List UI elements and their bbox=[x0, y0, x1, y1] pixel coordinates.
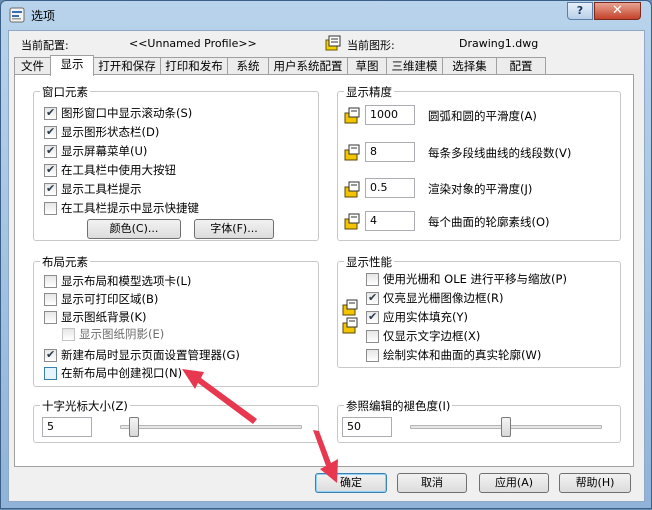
checkbox-label: 新建布局时显示页面设置管理器(G) bbox=[61, 348, 240, 362]
checkbox-box[interactable] bbox=[44, 106, 57, 120]
drawing-saved-icon bbox=[344, 181, 360, 198]
tab-drafting[interactable]: 草图 bbox=[347, 57, 387, 75]
title-bar[interactable]: 选项 ? ✕ bbox=[1, 1, 651, 29]
ok-button[interactable]: 确定 bbox=[315, 473, 387, 493]
display-resolution-group: 显示精度 1000 圆弧和圆的平滑度(A) 8 每条多段线曲线的线段数(V) 0… bbox=[337, 84, 621, 241]
checkbox-label: 显示图纸阴影(E) bbox=[79, 327, 165, 341]
crosshair-slider-track[interactable] bbox=[120, 425, 302, 429]
layout-elements-group: 布局元素 显示布局和模型选项卡(L) 显示可打印区域(B) 显示图纸背景(K) … bbox=[33, 254, 319, 387]
current-drawing-value: Drawing1.dwg bbox=[459, 37, 539, 50]
checkbox-box[interactable] bbox=[44, 293, 57, 306]
polyline-segments-input[interactable]: 8 bbox=[365, 142, 415, 162]
checkbox-box[interactable] bbox=[44, 348, 57, 362]
help-title-button[interactable]: ? bbox=[567, 2, 593, 20]
close-button[interactable]: ✕ bbox=[594, 2, 641, 20]
checkbox-box[interactable] bbox=[366, 273, 379, 286]
checkbox-label: 显示图形状态栏(D) bbox=[61, 125, 160, 139]
options-dialog: 选项 ? ✕ 当前配置: <<Unnamed Profile>> 当前图形: D… bbox=[0, 0, 652, 509]
drawing-saved-icon bbox=[344, 213, 360, 230]
layout-elements-title: 布局元素 bbox=[40, 254, 90, 270]
tab-plot-publish[interactable]: 打印和发布 bbox=[160, 57, 228, 75]
current-profile-value: <<Unnamed Profile>> bbox=[129, 37, 257, 50]
xref-fade-input[interactable]: 50 bbox=[342, 417, 392, 437]
window-title: 选项 bbox=[31, 9, 56, 23]
checkbox-label: 显示布局和模型选项卡(L) bbox=[61, 274, 192, 288]
cancel-button[interactable]: 取消 bbox=[397, 473, 467, 493]
rendered-smoothness-label: 渲染对象的平滑度(J) bbox=[428, 182, 533, 196]
help-button[interactable]: 帮助(H) bbox=[559, 473, 631, 493]
checkbox-box[interactable] bbox=[44, 311, 57, 324]
checkbox-label: 仅亮显光栅图像边框(R) bbox=[383, 291, 504, 305]
checkbox-label: 显示可打印区域(B) bbox=[61, 292, 159, 306]
checkbox-label: 显示屏幕菜单(U) bbox=[61, 144, 148, 158]
checkbox-box[interactable] bbox=[366, 291, 379, 305]
checkbox-box[interactable] bbox=[44, 202, 57, 215]
current-drawing-label: 当前图形: bbox=[347, 39, 395, 52]
app-icon bbox=[9, 7, 25, 23]
checkbox-label: 使用光栅和 OLE 进行平移与缩放(P) bbox=[383, 272, 567, 286]
checkbox-box[interactable] bbox=[366, 310, 379, 324]
tab-files[interactable]: 文件 bbox=[14, 57, 51, 75]
display-performance-title: 显示性能 bbox=[344, 254, 394, 270]
checkbox-box[interactable] bbox=[44, 182, 57, 196]
checkbox-box[interactable] bbox=[44, 367, 57, 380]
tab-system[interactable]: 系统 bbox=[227, 57, 269, 75]
checkbox-label: 显示图纸背景(K) bbox=[61, 310, 147, 324]
arc-smoothness-input[interactable]: 1000 bbox=[365, 105, 415, 125]
checkbox-label: 在工具栏提示中显示快捷键 bbox=[61, 201, 199, 215]
window-elements-title: 窗口元素 bbox=[40, 84, 90, 100]
checkbox-label: 应用实体填充(Y) bbox=[383, 310, 468, 324]
crosshair-size-input[interactable]: 5 bbox=[42, 417, 92, 437]
contour-lines-input[interactable]: 4 bbox=[365, 211, 415, 231]
checkbox-label: 仅显示文字边框(X) bbox=[383, 329, 481, 343]
checkbox-box[interactable] bbox=[44, 163, 57, 177]
tab-user-preferences[interactable]: 用户系统配置 bbox=[268, 57, 348, 75]
tab-display[interactable]: 显示 bbox=[50, 55, 94, 76]
drawing-saved-icon bbox=[344, 107, 360, 124]
tab-profiles[interactable]: 配置 bbox=[496, 57, 546, 75]
drawing-saved-icon bbox=[344, 144, 360, 161]
checkbox-box[interactable] bbox=[62, 328, 75, 341]
apply-button[interactable]: 应用(A) bbox=[479, 473, 549, 493]
checkbox-box[interactable] bbox=[366, 330, 379, 343]
display-tab-panel: 窗口元素 图形窗口中显示滚动条(S) 显示图形状态栏(D) 显示屏幕菜单(U) … bbox=[14, 74, 634, 467]
contour-lines-label: 每个曲面的轮廓素线(O) bbox=[428, 215, 550, 229]
arc-smoothness-label: 圆弧和圆的平滑度(A) bbox=[428, 109, 537, 123]
tab-3d-modeling[interactable]: 三维建模 bbox=[386, 57, 443, 75]
display-resolution-title: 显示精度 bbox=[344, 84, 394, 100]
checkbox-box[interactable] bbox=[44, 125, 57, 139]
drawing-saved-icon bbox=[342, 317, 358, 334]
crosshair-size-title: 十字光标大小(Z) bbox=[40, 398, 130, 414]
checkbox-box[interactable] bbox=[366, 349, 379, 362]
checkbox-label: 在工具栏中使用大按钮 bbox=[61, 163, 176, 177]
drawing-saved-icon bbox=[342, 299, 358, 316]
font-button[interactable]: 字体(F)... bbox=[194, 219, 274, 239]
polyline-segments-label: 每条多段线曲线的线段数(V) bbox=[428, 146, 572, 160]
rendered-smoothness-input[interactable]: 0.5 bbox=[365, 178, 415, 198]
checkbox-label: 显示工具栏提示 bbox=[61, 182, 142, 196]
checkbox-label: 绘制实体和曲面的真实轮廓(W) bbox=[383, 348, 542, 362]
checkbox-label: 图形窗口中显示滚动条(S) bbox=[61, 106, 193, 120]
tab-open-save[interactable]: 打开和保存 bbox=[93, 57, 161, 75]
xref-fade-title: 参照编辑的褪色度(I) bbox=[344, 398, 453, 414]
crosshair-size-group: 十字光标大小(Z) 5 bbox=[33, 398, 319, 443]
checkbox-label: 在新布局中创建视口(N) bbox=[61, 366, 183, 380]
checkbox-box[interactable] bbox=[44, 275, 57, 288]
color-button[interactable]: 颜色(C)... bbox=[87, 219, 181, 239]
current-profile-label: 当前配置: bbox=[21, 39, 69, 52]
display-performance-group: 显示性能 使用光栅和 OLE 进行平移与缩放(P) 仅亮显光栅图像边框(R) 应… bbox=[337, 254, 621, 368]
xref-fade-group: 参照编辑的褪色度(I) 50 bbox=[337, 398, 621, 443]
crosshair-slider-thumb[interactable] bbox=[128, 417, 139, 437]
tab-selection[interactable]: 选择集 bbox=[442, 57, 497, 75]
checkbox-box[interactable] bbox=[44, 144, 57, 158]
drawing-file-icon bbox=[325, 35, 341, 51]
xref-fade-slider-thumb[interactable] bbox=[501, 417, 511, 437]
window-elements-group: 窗口元素 图形窗口中显示滚动条(S) 显示图形状态栏(D) 显示屏幕菜单(U) … bbox=[33, 84, 319, 241]
